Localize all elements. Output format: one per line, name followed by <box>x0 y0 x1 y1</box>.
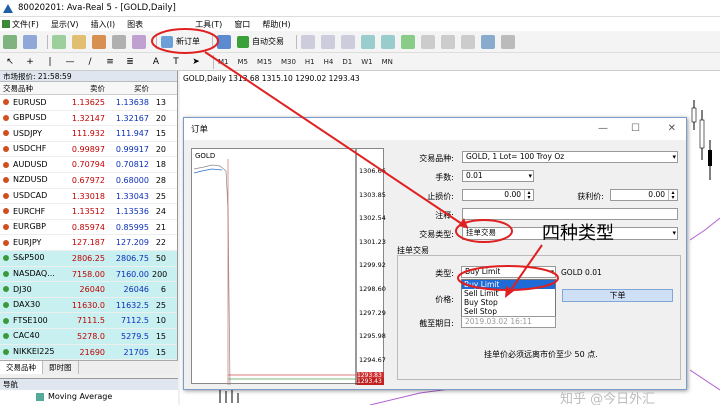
annotation-label: 四种类型 <box>542 223 614 244</box>
watermark: 知乎 @今日外汇 <box>560 392 656 405</box>
annotation-overlay <box>151 28 559 298</box>
